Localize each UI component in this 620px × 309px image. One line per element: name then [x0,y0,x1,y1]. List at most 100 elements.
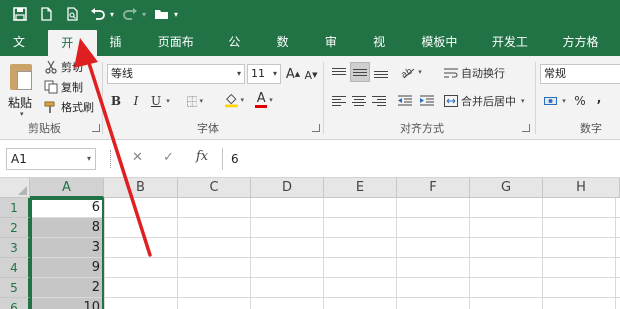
new-document-icon[interactable] [36,4,56,24]
increase-indent-button[interactable] [420,92,434,110]
align-center-button[interactable] [352,92,366,110]
underline-button[interactable]: U [150,92,162,110]
tab-template-center[interactable]: 模板中心 [408,28,479,77]
name-box-value: A1 [11,152,27,166]
accounting-format-button[interactable]: ▾ [542,92,568,110]
confirm-entry-button[interactable]: ✓ [163,150,174,165]
align-right-icon [372,95,386,107]
svg-text:ab: ab [400,66,415,79]
wrap-text-button[interactable]: 自动换行 [444,64,512,82]
row-header-4[interactable]: 4 [0,258,30,278]
cell-a4[interactable]: 9 [30,258,104,278]
tab-file[interactable]: 文件 [0,28,48,77]
wrap-text-icon [444,68,458,78]
number-format-select[interactable]: 常规 [540,64,620,84]
tab-view[interactable]: 视图 [360,28,408,77]
undo-dropdown-icon[interactable]: ▾ [110,10,114,19]
paste-dropdown-icon[interactable]: ▾ [20,110,24,118]
align-middle-button[interactable] [350,62,370,82]
formula-input[interactable]: 6 [222,148,620,170]
alignment-launcher-icon[interactable] [522,124,530,132]
number-group-label: 数字 [580,122,602,135]
tab-developer[interactable]: 开发工具 [479,28,550,77]
column-header-h[interactable]: H [543,178,620,198]
tab-home[interactable]: 开始 [48,30,97,76]
cell-a2[interactable]: 8 [30,218,104,238]
column-header-a[interactable]: A [30,178,104,198]
percent-style-button[interactable]: % [573,92,587,110]
column-header-d[interactable]: D [251,178,324,198]
copy-label: 复制 [61,81,83,94]
empty-cells[interactable] [104,198,620,309]
row-header-6[interactable]: 6 [0,298,30,309]
column-header-g[interactable]: G [470,178,543,198]
accounting-icon [544,97,558,105]
decrease-font-size-button[interactable]: A ▼ [304,66,318,84]
align-left-button[interactable] [332,92,346,110]
wrap-text-label: 自动换行 [461,67,505,80]
merge-center-label: 合并后居中 [461,95,516,108]
row-header-5[interactable]: 5 [0,278,30,298]
font-color-button[interactable]: A ▾ [254,91,274,109]
column-header-f[interactable]: F [397,178,470,198]
cell-a3[interactable]: 3 [30,238,104,258]
redo-dropdown-icon[interactable]: ▾ [142,10,146,19]
print-preview-icon[interactable] [62,4,82,24]
align-bottom-button[interactable] [372,64,390,82]
text-orientation-icon: ab [400,66,415,79]
font-size-select[interactable]: 11 ▾ [247,64,281,84]
undo-icon[interactable] [88,4,108,24]
increase-indent-icon [420,95,434,106]
align-right-button[interactable] [372,92,386,110]
cancel-entry-button[interactable]: ✕ [132,150,143,165]
column-header-c[interactable]: C [178,178,251,198]
quick-access-toolbar: ▾ ▾ ▾ [0,0,620,28]
align-middle-icon [353,66,367,78]
tab-page-layout[interactable]: 页面布局 [145,28,216,77]
borders-icon [187,95,198,107]
save-icon[interactable] [10,4,30,24]
font-name-select[interactable]: 等线 ▾ [107,64,245,84]
decrease-indent-button[interactable] [398,92,412,110]
column-header-b[interactable]: B [104,178,178,198]
number-format-value: 常规 [544,67,566,80]
row-header-1[interactable]: 1 [0,198,30,218]
open-folder-icon[interactable] [152,4,172,24]
increase-font-size-button[interactable]: A ▲ [286,65,300,83]
format-painter-button[interactable]: 格式刷 [44,98,94,116]
row-header-3[interactable]: 3 [0,238,30,258]
decrease-indent-icon [398,95,412,106]
borders-button[interactable]: ▾ [187,92,203,110]
name-box-dropdown-icon[interactable]: ▾ [87,149,91,169]
name-box[interactable]: A1 ▾ [6,148,96,170]
fill-color-button[interactable]: ▾ [224,91,244,109]
cut-button[interactable]: 剪切 [44,58,83,76]
tab-fangfang-gezi[interactable]: 方方格子 [549,28,620,77]
comma-style-button[interactable]: , [594,89,604,107]
bold-button[interactable]: B [110,92,122,110]
row-header-2[interactable]: 2 [0,218,30,238]
underline-dropdown-icon[interactable]: ▾ [163,92,171,110]
cell-a1[interactable]: 6 [30,198,104,218]
cell-a6[interactable]: 10 [30,298,104,309]
paste-button[interactable]: 粘贴 ▾ [8,62,38,118]
font-launcher-icon[interactable] [312,124,320,132]
column-header-e[interactable]: E [324,178,397,198]
copy-button[interactable]: 复制 [44,78,83,96]
tab-review[interactable]: 审阅 [312,28,360,77]
merge-center-button[interactable]: 合并后居中 ▾ [444,92,534,110]
formula-bar-grip[interactable] [110,150,112,168]
tab-formulas[interactable]: 公式 [215,28,263,77]
orientation-button[interactable]: ab ▾ [398,63,424,81]
cell-a5[interactable]: 2 [30,278,104,298]
clipboard-launcher-icon[interactable] [92,124,100,132]
align-top-button[interactable] [330,64,348,82]
tab-insert[interactable]: 插入 [97,28,145,77]
insert-function-button[interactable]: fx [196,149,208,164]
italic-button[interactable]: I [130,92,142,110]
customize-icon[interactable]: ▾ [174,10,178,19]
select-all-button[interactable] [0,178,30,198]
tab-data[interactable]: 数据 [264,28,312,77]
redo-icon[interactable] [120,4,140,24]
format-painter-label: 格式刷 [61,101,94,114]
